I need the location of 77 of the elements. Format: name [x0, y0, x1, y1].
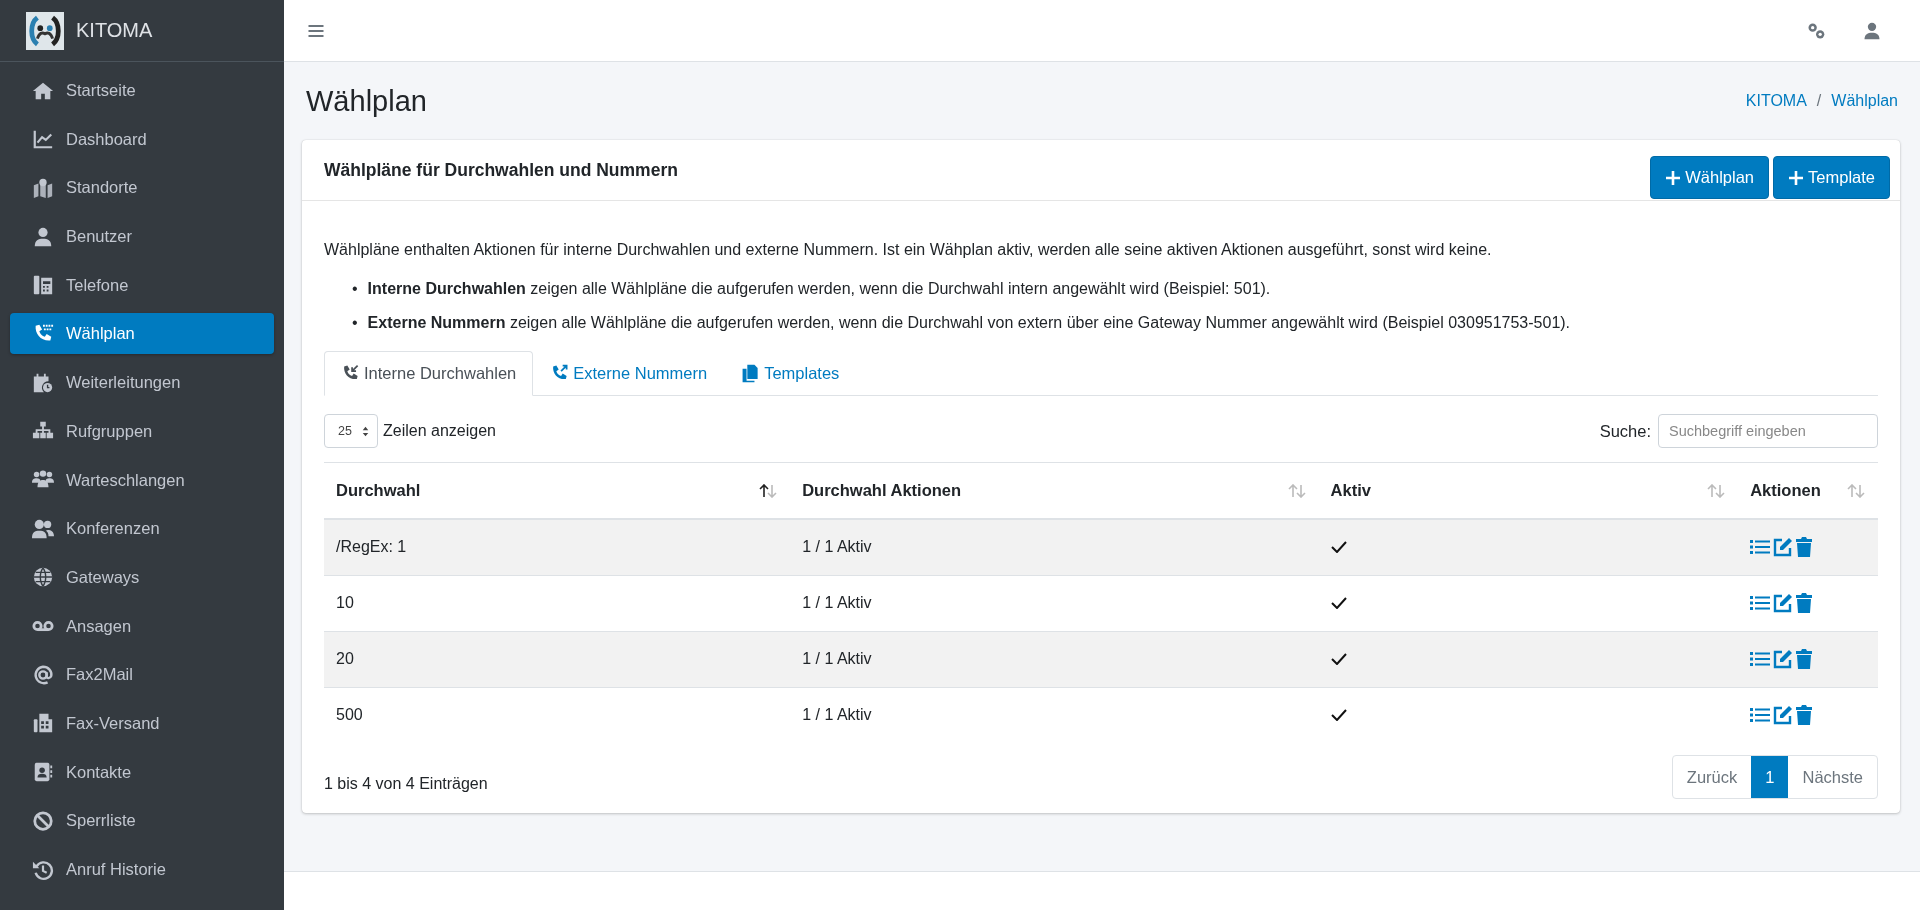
search-field[interactable]: Suchbegriff eingeben — [1658, 414, 1878, 448]
breadcrumb-link[interactable]: KITOMA — [1745, 92, 1807, 110]
sidebar-item[interactable]: Kontakte — [10, 751, 274, 793]
breadcrumb-link[interactable]: Wählplan — [1831, 92, 1898, 110]
sidebar-item[interactable]: Telefone — [10, 264, 274, 306]
globe-icon — [32, 566, 54, 589]
sidebar-item[interactable]: Ansagen — [10, 605, 274, 647]
table-cell: 1 / 1 Aktiv — [790, 687, 1319, 743]
tab[interactable]: Interne Durchwahlen — [324, 351, 534, 396]
intro-text: Wählpläne enthalten Aktionen für interne Durchwahlen und externe Nummern. Ist ein Wähplan aktiv, werden alle seine aktiven Aktionen ausgeführt, sonst wird keine. — [324, 241, 1493, 259]
trash-icon[interactable] — [1796, 593, 1813, 613]
search-label: Suche: — [1599, 421, 1651, 441]
sidebar-item[interactable]: Konferenzen — [10, 508, 274, 550]
fax-icon — [32, 712, 54, 735]
user-icon — [32, 225, 54, 248]
sidebar-item[interactable]: Anruf Historie — [10, 849, 274, 890]
sidebar-item[interactable]: Startseite — [10, 70, 274, 111]
map-pin-icon — [32, 176, 54, 199]
sidebar-item[interactable]: Warteschlangen — [10, 459, 274, 501]
sidebar-item[interactable]: Rufgruppen — [10, 410, 274, 452]
copy-icon — [741, 364, 761, 383]
list-icon[interactable] — [1750, 649, 1771, 669]
sidebar-item[interactable]: Weiterleitungen — [10, 362, 274, 404]
at-sign-icon — [32, 663, 54, 686]
card-title: Wählpläne für Durchwahlen und Nummern — [324, 160, 678, 181]
plus-icon — [1665, 169, 1682, 186]
list-icon[interactable] — [1750, 593, 1771, 613]
add-button[interactable]: Wählplan — [1650, 156, 1770, 199]
trash-icon[interactable] — [1796, 649, 1813, 669]
sort-caret-icon — [362, 425, 369, 437]
bullet-marker: • — [352, 313, 358, 333]
history-icon — [32, 858, 54, 881]
edit-icon[interactable] — [1773, 537, 1794, 558]
breadcrumb-separator: / — [1816, 92, 1822, 110]
edit-icon[interactable] — [1773, 705, 1794, 726]
brand-name: KITOMA — [76, 19, 153, 42]
table-cell: 1 / 1 Aktiv — [790, 631, 1319, 687]
page-size-label: Zeilen anzeigen — [383, 422, 496, 440]
table-cell: 1 / 1 Aktiv — [790, 575, 1319, 631]
page-link[interactable]: Nächste — [1788, 756, 1877, 798]
bullet-marker: • — [352, 279, 358, 299]
address-book-icon — [32, 761, 54, 784]
page-size-select[interactable]: 25 — [324, 414, 378, 448]
table-cell: /RegEx: 1 — [324, 519, 791, 575]
plus-icon — [1788, 169, 1805, 186]
ban-icon — [32, 809, 54, 832]
user-group-icon — [32, 517, 54, 540]
tab[interactable]: Externe Nummern — [533, 351, 725, 396]
sidebar-item[interactable]: Standorte — [10, 167, 274, 209]
sidebar-item[interactable]: Sperrliste — [10, 800, 274, 842]
add-button[interactable]: Template — [1773, 156, 1890, 199]
sidebar-item[interactable]: Fax2Mail — [10, 654, 274, 696]
sidebar-item[interactable]: Fax-Versand — [10, 702, 274, 744]
page-link[interactable]: 1 — [1751, 756, 1789, 798]
table-cell: 500 — [324, 687, 791, 743]
trash-icon[interactable] — [1796, 537, 1813, 558]
user-icon[interactable] — [1862, 20, 1882, 41]
sidebar-item[interactable]: Dashboard — [10, 118, 274, 160]
edit-icon[interactable] — [1773, 593, 1794, 613]
desk-phone-icon — [32, 274, 54, 297]
edit-icon[interactable] — [1773, 649, 1794, 669]
table-cell: 20 — [324, 631, 791, 687]
line-chart-icon — [32, 128, 54, 151]
table-cell: 1 / 1 Aktiv — [790, 519, 1319, 575]
bullet-text: Interne Durchwahlen zeigen alle Wählpläne die aufgerufen werden, wenn die Durchwahl intern angewählt wird (Beispiel: 501). — [367, 279, 1271, 299]
tab[interactable]: Templates — [724, 351, 857, 396]
sidebar-item[interactable]: Benutzer — [10, 216, 274, 258]
logo-icon — [26, 11, 64, 50]
page-link[interactable]: Zurück — [1672, 756, 1752, 798]
sidebar-item[interactable]: Gateways — [10, 556, 274, 598]
table-info: 1 bis 4 von 4 Einträgen — [324, 775, 488, 793]
trash-icon[interactable] — [1796, 705, 1813, 726]
sidebar-item[interactable]: Wählplan — [10, 313, 274, 355]
bullet-text: Externe Nummern zeigen alle Wählpläne die aufgerufen werden, wenn die Durchwahl von extern über eine Gateway Nummer angewählt wird (Beispiel 030951753-501). — [367, 313, 1571, 333]
page-title: Wählplan — [306, 84, 427, 118]
calendar-clock-icon — [32, 371, 54, 394]
table-cell: 10 — [324, 575, 791, 631]
